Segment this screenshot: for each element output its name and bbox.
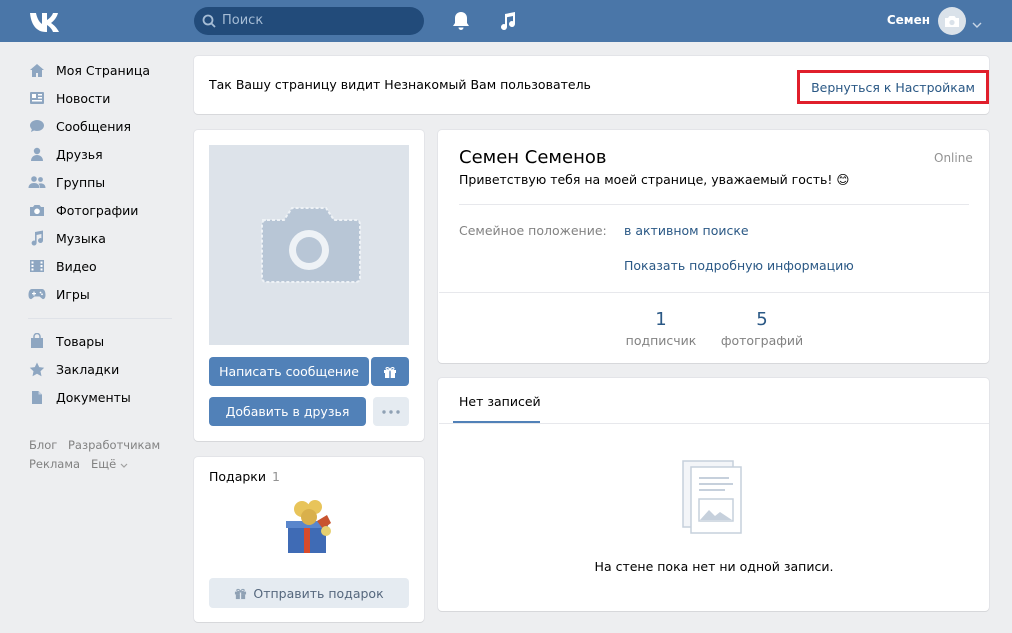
footer-link-developers[interactable]: Разработчикам [68,438,160,452]
send-gift-bottom-button[interactable]: Отправить подарок [209,578,409,608]
sidebar-item-video[interactable]: Видео [28,255,97,277]
sidebar-item-label: Моя Страница [56,62,150,78]
sidebar-item-label: Фотографии [56,202,139,218]
divider [439,423,989,424]
home-icon [28,62,46,78]
chevron-down-icon[interactable] [972,17,982,32]
friend-icon [28,146,46,162]
music-note-icon[interactable] [499,11,517,35]
sidebar-item-photos[interactable]: Фотографии [28,199,138,221]
show-more-info-link[interactable]: Показать подробную информацию [624,258,854,273]
header-user-name[interactable]: Семен [880,13,930,27]
gift-image[interactable] [282,495,336,561]
sidebar-item-bookmarks[interactable]: Закладки [28,358,119,380]
sidebar-item-documents[interactable]: Документы [28,386,131,408]
camera-icon [945,16,959,27]
gifts-heading[interactable]: Подарки 1 [209,469,280,484]
search-icon [202,14,216,28]
footer-more-label: Ещё [91,457,117,471]
search-input[interactable]: Поиск [194,7,424,35]
sidebar-item-news[interactable]: Новости [28,87,110,109]
groups-icon [28,174,46,190]
music-icon [28,230,46,246]
footer-link-more[interactable]: Ещё [91,457,128,471]
video-icon [28,258,46,274]
wall-empty-text: На стене пока нет ни одной записи. [594,559,834,574]
sidebar-item-label: Документы [56,389,131,405]
sidebar-divider [28,318,172,319]
sidebar-item-messages[interactable]: Сообщения [28,115,131,137]
back-to-settings-button[interactable]: Вернуться к Настройкам [797,70,989,104]
profile-name: Семен Семенов [459,147,607,168]
send-gift-button[interactable] [371,357,409,386]
chevron-down-icon [120,463,128,468]
star-icon [28,361,46,377]
avatar[interactable] [938,7,966,35]
more-dots-icon [382,409,400,414]
bag-icon [28,333,46,349]
search-placeholder: Поиск [222,13,264,28]
footer-link-blog[interactable]: Блог [29,438,57,452]
sidebar-item-goods[interactable]: Товары [28,330,104,352]
gift-icon [235,588,247,599]
write-message-button[interactable]: Написать сообщение [209,357,369,386]
tab-no-posts[interactable]: Нет записей [459,394,541,409]
profile-photo[interactable] [209,145,409,345]
online-status: Online [934,151,973,165]
sidebar-item-label: Видео [56,258,97,274]
bell-icon[interactable] [452,11,470,35]
preview-banner-text: Так Вашу страницу видит Незнакомый Вам п… [209,77,591,92]
sidebar-item-music[interactable]: Музыка [28,227,106,249]
news-icon [28,90,46,106]
followers-count[interactable]: 1 [621,309,701,330]
sidebar-item-label: Музыка [56,230,106,246]
gift-icon [384,366,396,378]
sidebar-item-games[interactable]: Игры [28,283,90,305]
sidebar-item-label: Друзья [56,146,103,162]
divider [459,204,969,205]
empty-wall-icon [681,459,745,539]
top-bar: Поиск Семен [0,0,1012,42]
more-actions-button[interactable] [373,397,409,426]
photos-count[interactable]: 5 [722,309,802,330]
sidebar-item-friends[interactable]: Друзья [28,143,103,165]
sidebar-item-label: Сообщения [56,118,132,134]
sidebar-item-groups[interactable]: Группы [28,171,105,193]
sidebar-item-label: Игры [56,286,90,302]
divider [439,292,989,293]
sidebar-item-label: Закладки [56,361,120,377]
sidebar-item-my-page[interactable]: Моя Страница [28,59,150,81]
footer-link-ads[interactable]: Реклама [29,457,80,471]
followers-label[interactable]: подписчик [611,333,711,348]
vk-logo-icon[interactable] [28,9,62,33]
messages-icon [28,118,46,134]
gamepad-icon [28,286,46,302]
relationship-value[interactable]: в активном поиске [624,223,749,238]
sidebar-item-label: Группы [56,174,106,190]
gifts-count: 1 [271,469,280,484]
relationship-label: Семейное положение: [459,223,607,238]
camera-icon [28,202,46,218]
send-gift-label: Отправить подарок [253,585,384,601]
camera-placeholder-icon [261,207,361,283]
profile-status-text[interactable]: Приветствую тебя на моей странице, уважа… [459,172,849,187]
document-icon [28,389,46,405]
photos-label[interactable]: фотографий [712,333,812,348]
add-friend-button[interactable]: Добавить в друзья [209,397,366,426]
gifts-title: Подарки [209,469,266,484]
sidebar-item-label: Новости [56,90,111,106]
sidebar-item-label: Товары [56,333,105,349]
